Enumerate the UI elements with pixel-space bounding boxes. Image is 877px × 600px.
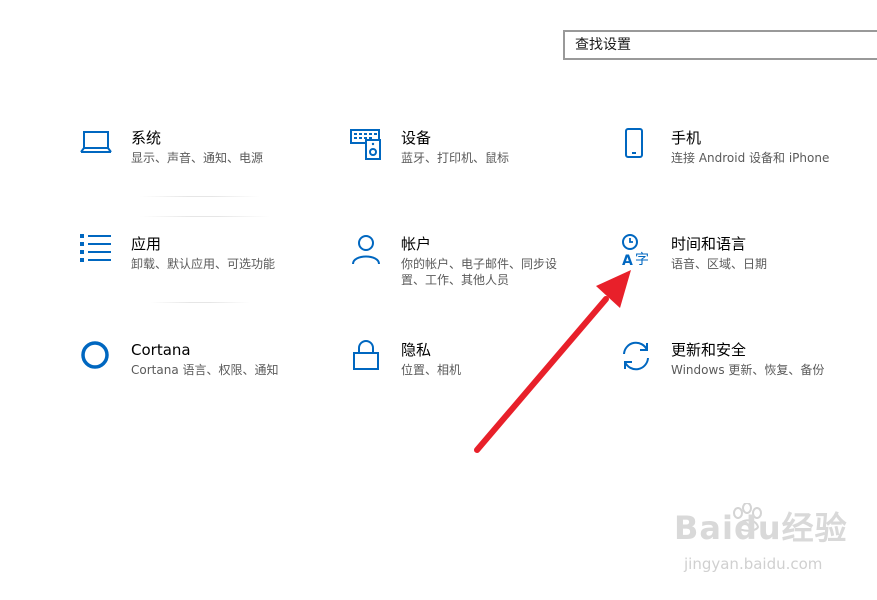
tile-time-language[interactable]: A 字 时间和语言 语音、区域、日期	[620, 234, 870, 306]
search-box[interactable]	[563, 30, 877, 60]
tile-title: 时间和语言	[671, 235, 747, 253]
tile-phone[interactable]: 手机 连接 Android 设备和 iPhone	[620, 128, 870, 200]
tile-description: 你的帐户、电子邮件、同步设置、工作、其他人员	[401, 257, 558, 287]
person-icon	[352, 235, 380, 265]
tile-privacy[interactable]: 隐私 位置、相机	[350, 340, 600, 412]
keyboard-speaker-icon	[350, 129, 381, 160]
tile-title: 设备	[401, 129, 432, 147]
apps-list-icon	[80, 234, 111, 262]
divider	[140, 216, 270, 217]
tile-title: 隐私	[401, 341, 432, 359]
tile-cortana[interactable]: Cortana Cortana 语言、权限、通知	[80, 340, 330, 412]
tile-title: Cortana	[131, 341, 191, 359]
search-input[interactable]	[575, 37, 877, 53]
phone-icon	[625, 128, 643, 158]
tile-accounts[interactable]: 帐户 你的帐户、电子邮件、同步设置、工作、其他人员	[350, 234, 600, 306]
divider	[150, 302, 250, 303]
tile-system[interactable]: 系统 显示、声音、通知、电源	[80, 128, 330, 200]
lock-icon	[353, 340, 379, 370]
tile-description: 卸载、默认应用、可选功能	[131, 257, 276, 271]
laptop-icon	[80, 131, 112, 153]
divider	[140, 196, 260, 197]
tile-description: Cortana 语言、权限、通知	[131, 363, 279, 377]
tile-title: 系统	[131, 129, 162, 147]
tile-description: 蓝牙、打印机、鼠标	[401, 151, 510, 165]
tile-title: 应用	[131, 235, 162, 253]
watermark-url: jingyan.baidu.com	[684, 555, 823, 573]
tile-update-security[interactable]: 更新和安全 Windows 更新、恢复、备份	[620, 340, 870, 412]
tile-description: 语音、区域、日期	[671, 257, 768, 271]
baidu-watermark: Baidu经验 jingyan.baidu.com	[672, 503, 872, 583]
tile-description: 显示、声音、通知、电源	[131, 151, 264, 165]
tile-title: 帐户	[401, 235, 432, 253]
cortana-icon	[81, 341, 109, 369]
sync-icon	[623, 341, 649, 371]
tile-devices[interactable]: 设备 蓝牙、打印机、鼠标	[350, 128, 600, 200]
tile-apps[interactable]: 应用 卸载、默认应用、可选功能	[80, 234, 330, 306]
time-language-icon: A 字	[622, 234, 649, 268]
watermark-logo: Baidu经验	[674, 509, 848, 547]
tile-description: Windows 更新、恢复、备份	[671, 363, 825, 377]
svg-text:A: A	[622, 253, 633, 268]
tile-description: 连接 Android 设备和 iPhone	[671, 151, 830, 165]
tile-title: 更新和安全	[671, 341, 747, 359]
tile-title: 手机	[671, 129, 702, 147]
svg-text:字: 字	[635, 252, 649, 268]
tile-description: 位置、相机	[401, 363, 462, 377]
